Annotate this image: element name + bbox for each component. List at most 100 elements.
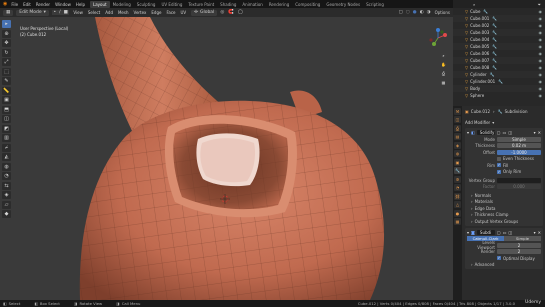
list-item[interactable]: ▽ Cube.001 🔧 ◉: [453, 15, 545, 22]
list-item[interactable]: ▽ Cylinder.001 🔧 ◉: [453, 78, 545, 85]
eye-icon[interactable]: ◉: [539, 93, 543, 98]
optimal-display-checkbox[interactable]: ✓: [497, 256, 501, 261]
eye-icon[interactable]: ◉: [539, 58, 543, 63]
tab-modeling[interactable]: Modeling: [110, 1, 134, 8]
collapse-chevron-icon[interactable]: ▾: [467, 130, 469, 135]
vertex-group-field[interactable]: [497, 177, 541, 183]
menu-mesh[interactable]: Mesh: [118, 10, 129, 15]
view-layer-tab-icon[interactable]: ▤: [454, 133, 461, 140]
list-item[interactable]: ▽ Cube.006 🔧 ◉: [453, 50, 545, 57]
shrink-fatten-tool-icon[interactable]: ◈: [2, 191, 11, 199]
xray-icon[interactable]: ▢: [399, 10, 403, 15]
camera-icon[interactable]: ⎙: [440, 70, 447, 77]
pan-hand-icon[interactable]: ✋: [440, 61, 447, 68]
rotate-tool-icon[interactable]: ↻: [2, 48, 11, 57]
edge-slide-tool-icon[interactable]: ⇆: [2, 181, 11, 190]
menu-vertex[interactable]: Vertex: [134, 10, 147, 15]
modifier-tab-icon[interactable]: 🔧: [454, 167, 461, 174]
menu-edit[interactable]: Edit: [23, 2, 31, 7]
tool-tab-icon[interactable]: ⚒: [454, 107, 461, 115]
scale-tool-icon[interactable]: ⤢: [2, 58, 11, 66]
eye-icon[interactable]: ◉: [539, 16, 543, 21]
constraints-tab-icon[interactable]: ⛓: [454, 192, 461, 200]
tab-geometry-nodes[interactable]: Geometry Nodes: [323, 1, 363, 8]
blender-logo-icon[interactable]: ◉: [3, 1, 7, 7]
shear-tool-icon[interactable]: ▱: [2, 200, 11, 209]
wireframe-shading-icon[interactable]: ◌: [406, 10, 410, 15]
eye-icon[interactable]: ◉: [539, 23, 543, 28]
list-item[interactable]: ▽ Cube.002 🔧 ◉: [453, 22, 545, 29]
subpanel-advanced[interactable]: › Advanced: [467, 262, 541, 269]
transform-tool-icon[interactable]: ⬚: [2, 67, 11, 76]
modifier-name-field[interactable]: Subdi: [476, 229, 495, 235]
tab-rendering[interactable]: Rendering: [266, 1, 292, 8]
menu-edge[interactable]: Edge: [151, 10, 161, 15]
menu-render[interactable]: Render: [36, 2, 50, 7]
rendered-shading-icon[interactable]: ◑: [427, 10, 431, 15]
render-levels-field[interactable]: 2: [497, 249, 541, 255]
texture-tab-icon[interactable]: ▦: [454, 218, 461, 225]
editmode-toggle-icon[interactable]: ▢: [497, 130, 501, 135]
menu-face[interactable]: Face: [166, 10, 175, 15]
close-icon[interactable]: ✕: [538, 230, 541, 235]
add-cube-tool-icon[interactable]: ▣: [2, 96, 11, 104]
tab-scripting[interactable]: Scripting: [363, 1, 387, 8]
only-rim-row[interactable]: ✓ Only Rim: [467, 169, 541, 176]
material-shading-icon[interactable]: ◐: [420, 10, 424, 15]
list-item[interactable]: ▽ Body ◉: [453, 85, 545, 92]
list-item[interactable]: ▽ Sphere ◉: [453, 92, 545, 99]
eye-icon[interactable]: ◉: [539, 30, 543, 35]
select-box-tool-icon[interactable]: ▸: [2, 20, 11, 28]
eye-icon[interactable]: ◉: [539, 86, 543, 91]
snap-icon[interactable]: 🧲: [228, 10, 234, 15]
data-tab-icon[interactable]: △: [454, 201, 461, 208]
output-tab-icon[interactable]: ⎙: [454, 124, 461, 132]
only-rim-checkbox[interactable]: ✓: [497, 169, 501, 174]
modifier-header[interactable]: ▾ ◙ Subdi ▢ ▭ ◫ ▾ ✕: [467, 229, 541, 236]
smooth-tool-icon[interactable]: ◔: [2, 172, 11, 180]
face-select-icon[interactable]: ■: [62, 10, 70, 15]
modifier-header[interactable]: ▾ ◧ Solidify ▢ ▭ ◫ ▾ ✕: [467, 129, 541, 136]
eye-icon[interactable]: ◉: [539, 44, 543, 49]
collapse-chevron-icon[interactable]: ▾: [467, 230, 469, 235]
render-tab-icon[interactable]: ◫: [454, 116, 461, 123]
menu-add[interactable]: Add: [105, 10, 113, 15]
pivot-icon[interactable]: ◎: [220, 10, 224, 15]
tab-texture-paint[interactable]: Texture Paint: [185, 1, 217, 8]
mesh-render[interactable]: [0, 17, 453, 300]
tab-shading[interactable]: Shading: [217, 1, 239, 8]
object-tab-icon[interactable]: ▣: [454, 158, 461, 166]
eye-icon[interactable]: ◉: [539, 65, 543, 70]
world-tab-icon[interactable]: ◍: [454, 150, 461, 157]
material-tab-icon[interactable]: ●: [454, 209, 461, 217]
thickness-field[interactable]: 0.02 m: [497, 143, 541, 149]
simple-button[interactable]: Simple: [504, 236, 541, 242]
list-item[interactable]: ▽ Cube.003 🔧 ◉: [453, 29, 545, 36]
fill-checkbox[interactable]: ✓: [497, 163, 501, 168]
tab-sculpting[interactable]: Sculpting: [134, 1, 159, 8]
proportional-edit-icon[interactable]: ◯: [238, 10, 243, 15]
tab-layout[interactable]: Layout: [89, 0, 110, 8]
knife-tool-icon[interactable]: ⌿: [2, 143, 11, 152]
editmode-toggle-icon[interactable]: ▢: [497, 230, 501, 235]
list-item[interactable]: ▽ Cube 🔧 ◉: [453, 8, 545, 15]
annotate-tool-icon[interactable]: ✎: [2, 77, 11, 85]
factor-field[interactable]: 0.000: [497, 184, 541, 190]
menu-window[interactable]: Window: [55, 2, 71, 7]
subpanel-output-vertex-groups[interactable]: › Output Vertex Groups: [467, 218, 541, 225]
3d-viewport[interactable]: [0, 17, 453, 300]
grid-icon[interactable]: ▦: [440, 79, 447, 86]
levels-viewport-field[interactable]: 2: [497, 242, 541, 248]
menu-help[interactable]: Help: [76, 2, 85, 7]
dropdown-menu-icon[interactable]: ▾: [534, 130, 536, 135]
list-item[interactable]: ▽ Cube.007 🔧 ◉: [453, 57, 545, 64]
particles-tab-icon[interactable]: ✲: [454, 175, 461, 183]
list-item[interactable]: ▽ Cube.008 🔧 ◉: [453, 64, 545, 71]
eye-icon[interactable]: ◉: [539, 37, 543, 42]
menu-file[interactable]: File: [11, 2, 18, 7]
measure-tool-icon[interactable]: 📏: [2, 86, 11, 95]
navigation-gizmo[interactable]: [428, 28, 448, 48]
eye-icon[interactable]: ◉: [539, 72, 543, 77]
rip-tool-icon[interactable]: ◆: [2, 210, 11, 218]
even-thickness-checkbox[interactable]: [497, 156, 501, 161]
